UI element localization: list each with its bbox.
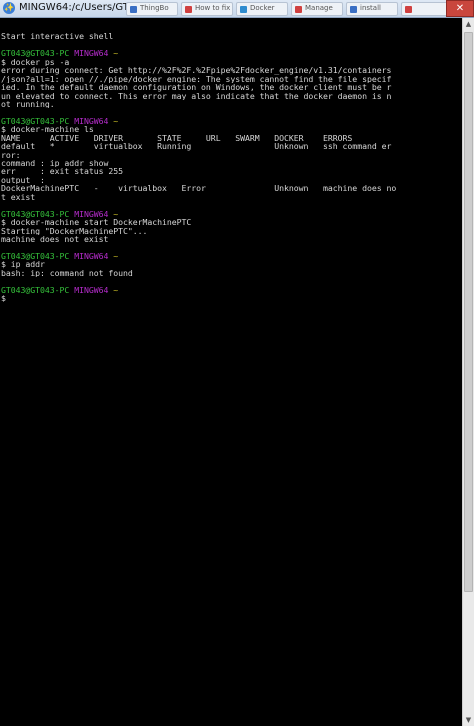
tab-favicon-icon — [405, 6, 412, 13]
background-tab-label: ThingBo — [140, 4, 169, 12]
terminal-text: $ docker ps -a — [1, 57, 70, 67]
window-titlebar[interactable]: ✨ MINGW64:/c/Users/GT043 ThingBo How to f… — [0, 0, 474, 18]
terminal-text: $ — [1, 294, 11, 303]
prompt-path: ~ — [113, 116, 119, 126]
close-button[interactable]: ✕ — [446, 0, 474, 17]
terminal-line: GT043@GT043-PC MINGW64 ~ — [0, 252, 462, 260]
terminal-text: default * virtualbox Running Unknown ssh… — [1, 142, 392, 151]
terminal-line: $ docker ps -a — [0, 58, 462, 66]
terminal-text: ror: — [1, 150, 21, 159]
scroll-up-arrow-icon[interactable]: ▲ — [463, 18, 474, 30]
terminal-text: error during connect: Get http://%2F%2F.… — [1, 66, 392, 75]
terminal-text: err : exit status 255 — [1, 167, 123, 176]
background-tab[interactable]: install — [346, 2, 398, 16]
background-tab[interactable]: Manage — [291, 2, 343, 16]
terminal-line: $ — [0, 294, 462, 302]
background-tab-label: install — [360, 4, 381, 12]
terminal-line: GT043@GT043-PC MINGW64 ~ — [0, 117, 462, 125]
tab-favicon-icon — [185, 6, 192, 13]
terminal-line: Starting "DockerMachinePTC"... — [0, 227, 462, 235]
terminal-line: default * virtualbox Running Unknown ssh… — [0, 142, 462, 150]
scroll-down-arrow-icon[interactable]: ▼ — [463, 714, 474, 726]
prompt-path: ~ — [113, 285, 119, 294]
terminal-line: command : ip addr show — [0, 159, 462, 167]
tab-favicon-icon — [240, 6, 247, 13]
terminal-text: command : ip addr show — [1, 159, 109, 168]
prompt-shell-name: MINGW64 — [74, 251, 114, 261]
prompt-user-host: GT043@GT043-PC — [1, 49, 75, 58]
terminal-line: ied. In the default daemon configuration… — [0, 83, 462, 91]
terminal-line: error during connect: Get http://%2F%2F.… — [0, 66, 462, 74]
prompt-path: ~ — [113, 209, 119, 219]
terminal-text: Starting "DockerMachinePTC"... — [1, 226, 148, 235]
terminal-line: NAME ACTIVE DRIVER STATE URL SWARM DOCKE… — [0, 134, 462, 142]
prompt-user-host: GT043@GT043-PC — [1, 285, 75, 294]
terminal-line: $ docker-machine ls — [0, 125, 462, 133]
terminal-line: un elevated to connect. This error may a… — [0, 92, 462, 100]
prompt-user-host: GT043@GT043-PC — [1, 209, 75, 219]
vertical-scrollbar[interactable]: ▲ ▼ — [462, 18, 474, 726]
prompt-path: ~ — [113, 251, 119, 261]
terminal-line: Start interactive shell — [0, 32, 462, 40]
tab-favicon-icon — [130, 6, 137, 13]
terminal-line: ror: — [0, 151, 462, 159]
background-tab-label: How to fix — [195, 4, 230, 12]
prompt-path: ~ — [113, 49, 119, 58]
terminal-line: $ docker-machine start DockerMachinePTC — [0, 218, 462, 226]
background-tab[interactable]: ThingBo — [126, 2, 178, 16]
terminal-line: DockerMachinePTC - virtualbox Error Unkn… — [0, 184, 462, 192]
tab-favicon-icon — [350, 6, 357, 13]
terminal-text: ot running. — [1, 99, 55, 109]
prompt-user-host: GT043@GT043-PC — [1, 116, 75, 126]
tab-favicon-icon — [295, 6, 302, 13]
terminal-text: ied. In the default daemon configuration… — [1, 83, 392, 92]
terminal-line: GT043@GT043-PC MINGW64 ~ — [0, 49, 462, 57]
terminal-line: t exist — [0, 193, 462, 201]
terminal-text: bash: ip: command not found — [1, 268, 133, 278]
terminal-output[interactable]: Start interactive shell GT043@GT043-PC MI… — [0, 18, 462, 726]
terminal-text: machine does not exist — [1, 234, 109, 244]
prompt-shell-name: MINGW64 — [74, 116, 114, 126]
terminal-text: DockerMachinePTC - virtualbox Error Unkn… — [1, 184, 397, 193]
close-icon: ✕ — [455, 3, 465, 14]
mingw-app-icon: ✨ — [3, 2, 15, 14]
background-tab-label: Docker — [250, 4, 275, 12]
background-tab[interactable]: Docker — [236, 2, 288, 16]
terminal-line: machine does not exist — [0, 235, 462, 243]
terminal-line: bash: ip: command not found — [0, 269, 462, 277]
terminal-line: ot running. — [0, 100, 462, 108]
terminal-text: $ docker-machine ls — [1, 125, 94, 134]
prompt-shell-name: MINGW64 — [74, 285, 114, 294]
prompt-shell-name: MINGW64 — [74, 209, 114, 219]
terminal-text: /json?all=1: open //./pipe/docker_engine… — [1, 74, 392, 84]
terminal-text: $ ip addr — [1, 260, 45, 269]
background-tab-label: Manage — [305, 4, 333, 12]
prompt-shell-name: MINGW64 — [74, 49, 114, 58]
background-tab[interactable]: How to fix — [181, 2, 233, 16]
terminal-line: $ ip addr — [0, 260, 462, 268]
prompt-user-host: GT043@GT043-PC — [1, 251, 75, 261]
terminal-line: err : exit status 255 — [0, 167, 462, 175]
scrollbar-thumb[interactable] — [464, 32, 473, 592]
terminal-line: output : — [0, 176, 462, 184]
terminal-line: /json?all=1: open //./pipe/docker_engine… — [0, 75, 462, 83]
terminal-text: un elevated to connect. This error may a… — [1, 91, 392, 100]
terminal-text: output : — [1, 175, 45, 185]
terminal-line: GT043@GT043-PC MINGW64 ~ — [0, 210, 462, 218]
terminal-text: t exist — [1, 192, 36, 202]
terminal-text: Start interactive shell — [1, 32, 114, 41]
terminal-text: $ docker-machine start DockerMachinePTC — [1, 218, 192, 227]
terminal-line: GT043@GT043-PC MINGW64 ~ — [0, 286, 462, 294]
terminal-text: NAME ACTIVE DRIVER STATE URL SWARM DOCKE… — [1, 133, 353, 143]
